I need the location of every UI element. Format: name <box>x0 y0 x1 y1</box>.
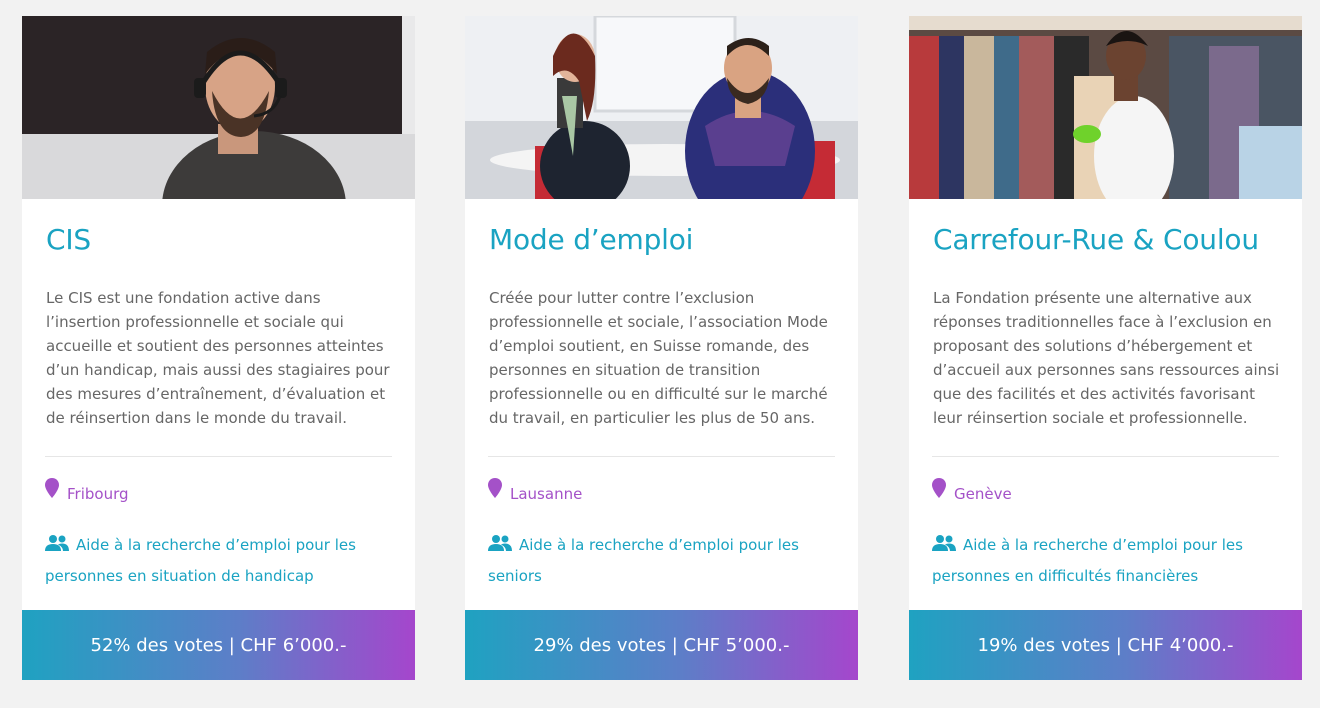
divider <box>488 456 835 457</box>
card-target-group: Aide à la recherche d’emploi pour les pe… <box>932 530 1272 592</box>
card-location: Lausanne <box>488 478 583 506</box>
divider <box>932 456 1279 457</box>
card-title: Carrefour-Rue & Coulou <box>933 223 1259 256</box>
card-photo <box>909 16 1302 199</box>
card-title: CIS <box>46 223 91 256</box>
card-location: Fribourg <box>45 478 129 506</box>
location-label: Genève <box>954 485 1012 503</box>
card-photo <box>22 16 415 199</box>
card-title: Mode d’emploi <box>489 223 694 256</box>
project-card-cis[interactable]: CIS Le CIS est une fondation active dans… <box>22 16 415 680</box>
card-target-group: Aide à la recherche d’emploi pour les se… <box>488 530 828 592</box>
card-target-group: Aide à la recherche d’emploi pour les pe… <box>45 530 385 592</box>
card-location: Genève <box>932 478 1012 506</box>
target-group-label: Aide à la recherche d’emploi pour les se… <box>488 536 799 585</box>
users-icon <box>932 535 956 551</box>
project-card-mode-emploi[interactable]: Mode d’emploi Créée pour lutter contre l… <box>465 16 858 680</box>
card-description: Créée pour lutter contre l’exclusion pro… <box>489 289 828 427</box>
divider <box>45 456 392 457</box>
map-pin-icon <box>45 478 59 498</box>
vote-result: 19% des votes | CHF 4’000.- <box>909 610 1302 680</box>
card-photo <box>465 16 858 199</box>
vote-result: 52% des votes | CHF 6’000.- <box>22 610 415 680</box>
vote-result: 29% des votes | CHF 5’000.- <box>465 610 858 680</box>
target-group-label: Aide à la recherche d’emploi pour les pe… <box>932 536 1243 585</box>
card-description: La Fondation présente une alternative au… <box>933 289 1280 427</box>
users-icon <box>488 535 512 551</box>
project-cards: CIS Le CIS est une fondation active dans… <box>0 0 1320 708</box>
users-icon <box>45 535 69 551</box>
location-label: Lausanne <box>510 485 583 503</box>
target-group-label: Aide à la recherche d’emploi pour les pe… <box>45 536 356 585</box>
map-pin-icon <box>932 478 946 498</box>
location-label: Fribourg <box>67 485 129 503</box>
card-description: Le CIS est une fondation active dans l’i… <box>46 289 390 427</box>
map-pin-icon <box>488 478 502 498</box>
project-card-carrefour-rue[interactable]: Carrefour-Rue & Coulou La Fondation prés… <box>909 16 1302 680</box>
